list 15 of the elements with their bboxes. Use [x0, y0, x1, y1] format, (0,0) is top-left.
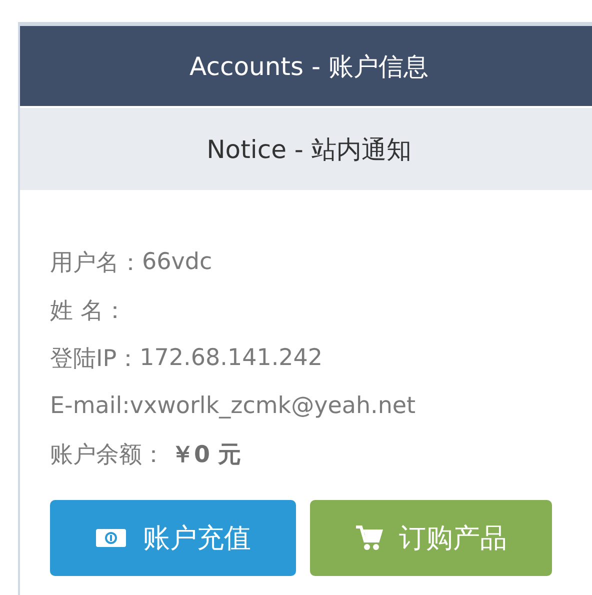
recharge-button[interactable]: 账户充值: [50, 500, 296, 576]
order-button[interactable]: 订购产品: [310, 500, 552, 576]
balance-amount: ￥0 元: [171, 440, 242, 470]
info-label: 用户名：: [50, 248, 142, 278]
info-value: 66vdc: [142, 249, 212, 275]
info-value: 172.68.141.242: [140, 345, 323, 371]
info-label: E-mail:: [50, 393, 130, 419]
header-title: Accounts - 账户信息: [190, 50, 428, 82]
cart-icon: [355, 525, 383, 551]
info-value: vxworlk_zcmk@yeah.net: [130, 393, 416, 419]
notice-title: Notice - 站内通知: [206, 134, 412, 166]
info-label: 账户余额：: [50, 440, 165, 470]
info-label: 姓 名：: [50, 296, 126, 326]
info-label: 登陆IP：: [50, 344, 140, 374]
banknote-icon: [95, 528, 127, 548]
